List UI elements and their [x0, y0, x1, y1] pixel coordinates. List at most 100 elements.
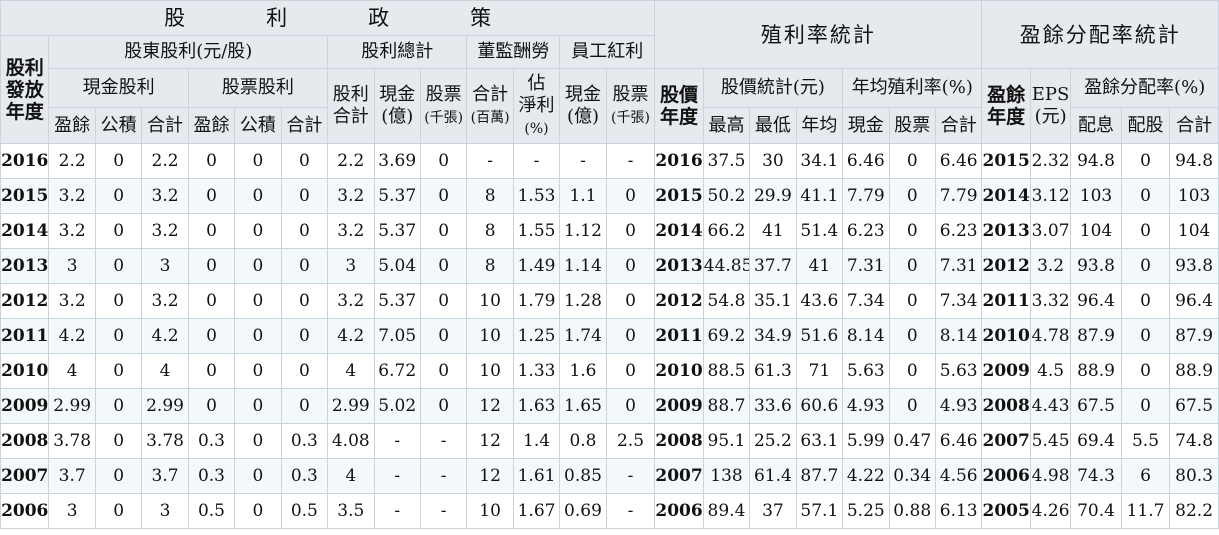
table-cell: 2009: [0, 388, 50, 424]
table-cell: 2013: [0, 248, 50, 284]
table-cell: 0: [888, 388, 936, 424]
table-cell: 74.8: [1169, 423, 1219, 459]
table-cell: 44.85: [702, 248, 751, 284]
header-dividend-policy: 股 利 政 策: [0, 0, 656, 36]
table-cell: 0.85: [559, 458, 607, 494]
table-cell: 0: [94, 213, 143, 249]
table-cell: 61.4: [749, 458, 797, 494]
table-cell: 0: [888, 353, 936, 389]
table-cell: 10: [466, 353, 514, 389]
table-cell: 3.69: [373, 143, 421, 179]
table-cell: 2.32: [1029, 143, 1072, 179]
table-cell: 93.8: [1070, 248, 1122, 284]
table-cell: 41: [795, 248, 844, 284]
table-cell: 0: [888, 143, 936, 179]
table-cell: 5.25: [842, 493, 890, 529]
table-cell: 3.2: [1029, 248, 1072, 284]
table-cell: 54.8: [702, 283, 751, 319]
table-cell: 0: [419, 143, 468, 179]
table-cell: 2006: [981, 458, 1031, 494]
table-cell: -: [419, 423, 468, 459]
table-cell: 2008: [981, 388, 1031, 424]
header-price-stats: 股價統計(元): [702, 68, 844, 108]
table-cell: 61.3: [749, 353, 797, 389]
table-cell: 6: [1120, 458, 1171, 494]
header-yield-stock: 股票: [888, 107, 936, 144]
table-cell: 2.99: [327, 388, 375, 424]
table-cell: 29.9: [749, 178, 797, 214]
table-cell: 3.32: [1029, 283, 1072, 319]
table-cell: 0: [94, 248, 143, 284]
table-cell: 0: [280, 283, 329, 319]
table-cell: 0: [234, 283, 282, 319]
table-cell: 7.34: [842, 283, 890, 319]
table-cell: 33.6: [749, 388, 797, 424]
header-total-cash: 現金 (億): [373, 68, 421, 144]
table-cell: 1.53: [512, 178, 561, 214]
header-stock-reserve: 公積: [234, 107, 282, 144]
table-cell: 95.1: [702, 423, 751, 459]
header-payout-stats: 盈餘分配率統計: [981, 0, 1219, 69]
table-cell: 3.2: [327, 283, 375, 319]
table-cell: 0.34: [888, 458, 936, 494]
table-cell: 2.2: [141, 143, 189, 179]
table-cell: 5.63: [934, 353, 983, 389]
table-cell: 88.7: [702, 388, 751, 424]
table-cell: 88.5: [702, 353, 751, 389]
table-cell: 0: [605, 388, 656, 424]
table-cell: 4.43: [1029, 388, 1072, 424]
table-cell: 0: [888, 178, 936, 214]
table-cell: 8: [466, 248, 514, 284]
table-cell: 6.72: [373, 353, 421, 389]
table-cell: 51.4: [795, 213, 844, 249]
table-cell: 0: [280, 178, 329, 214]
header-price-average: 年均: [795, 107, 844, 144]
table-cell: 3.2: [327, 213, 375, 249]
table-cell: -: [373, 493, 421, 529]
table-cell: 0: [234, 213, 282, 249]
header-cash-subtotal: 合計: [141, 107, 189, 144]
table-cell: 2.5: [605, 423, 656, 459]
table-cell: 4.93: [934, 388, 983, 424]
header-eps: EPS (元): [1029, 68, 1072, 144]
table-cell: 66.2: [702, 213, 751, 249]
table-cell: 88.9: [1070, 353, 1122, 389]
table-cell: 4.5: [1029, 353, 1072, 389]
header-cash-dividend: 現金股利: [48, 68, 189, 108]
table-cell: 5.04: [373, 248, 421, 284]
header-percent-net-income: 佔淨利 (%): [512, 68, 561, 144]
table-cell: 0.69: [559, 493, 607, 529]
table-cell: 34.1: [795, 143, 844, 179]
table-cell: 2013: [981, 213, 1031, 249]
header-total-stock: 股票 (千張): [419, 68, 468, 144]
table-row: 2011 4.2 0 4.2 0 0 0 4.2 7.05 0 10 1.25 1.74 0 2011 69.…: [0, 318, 1219, 354]
table-cell: 7.31: [842, 248, 890, 284]
table-cell: 8: [466, 178, 514, 214]
table-cell: 2015: [981, 143, 1031, 179]
table-cell: 0: [280, 213, 329, 249]
table-cell: -: [512, 143, 561, 179]
table-cell: 34.9: [749, 318, 797, 354]
table-cell: -: [605, 493, 656, 529]
table-cell: 2.99: [141, 388, 189, 424]
table-cell: 87.9: [1070, 318, 1122, 354]
table-cell: 0: [1120, 353, 1171, 389]
table-cell: 3.2: [327, 178, 375, 214]
header-price-year: 股價 年度: [654, 68, 704, 144]
table-cell: 104: [1169, 213, 1219, 249]
table-cell: 5.45: [1029, 423, 1072, 459]
table-cell: 5.37: [373, 213, 421, 249]
table-cell: 2015: [654, 178, 704, 214]
table-cell: 37.5: [702, 143, 751, 179]
table-cell: 3.2: [141, 213, 189, 249]
table-row: 2013 3 0 3 0 0 0 3 5.04 0 8 1.49 1.14 0 2013 44.85 37.7 4…: [0, 248, 1219, 284]
table-cell: 71: [795, 353, 844, 389]
table-cell: 103: [1070, 178, 1122, 214]
header-yield-stats: 殖利率統計: [654, 0, 983, 69]
table-cell: 0: [419, 318, 468, 354]
table-cell: 0: [605, 178, 656, 214]
table-cell: 8.14: [934, 318, 983, 354]
table-cell: -: [373, 458, 421, 494]
table-row: 2012 3.2 0 3.2 0 0 0 3.2 5.37 0 10 1.79 1.28 0 2012 54.…: [0, 283, 1219, 319]
table-cell: 0: [605, 213, 656, 249]
